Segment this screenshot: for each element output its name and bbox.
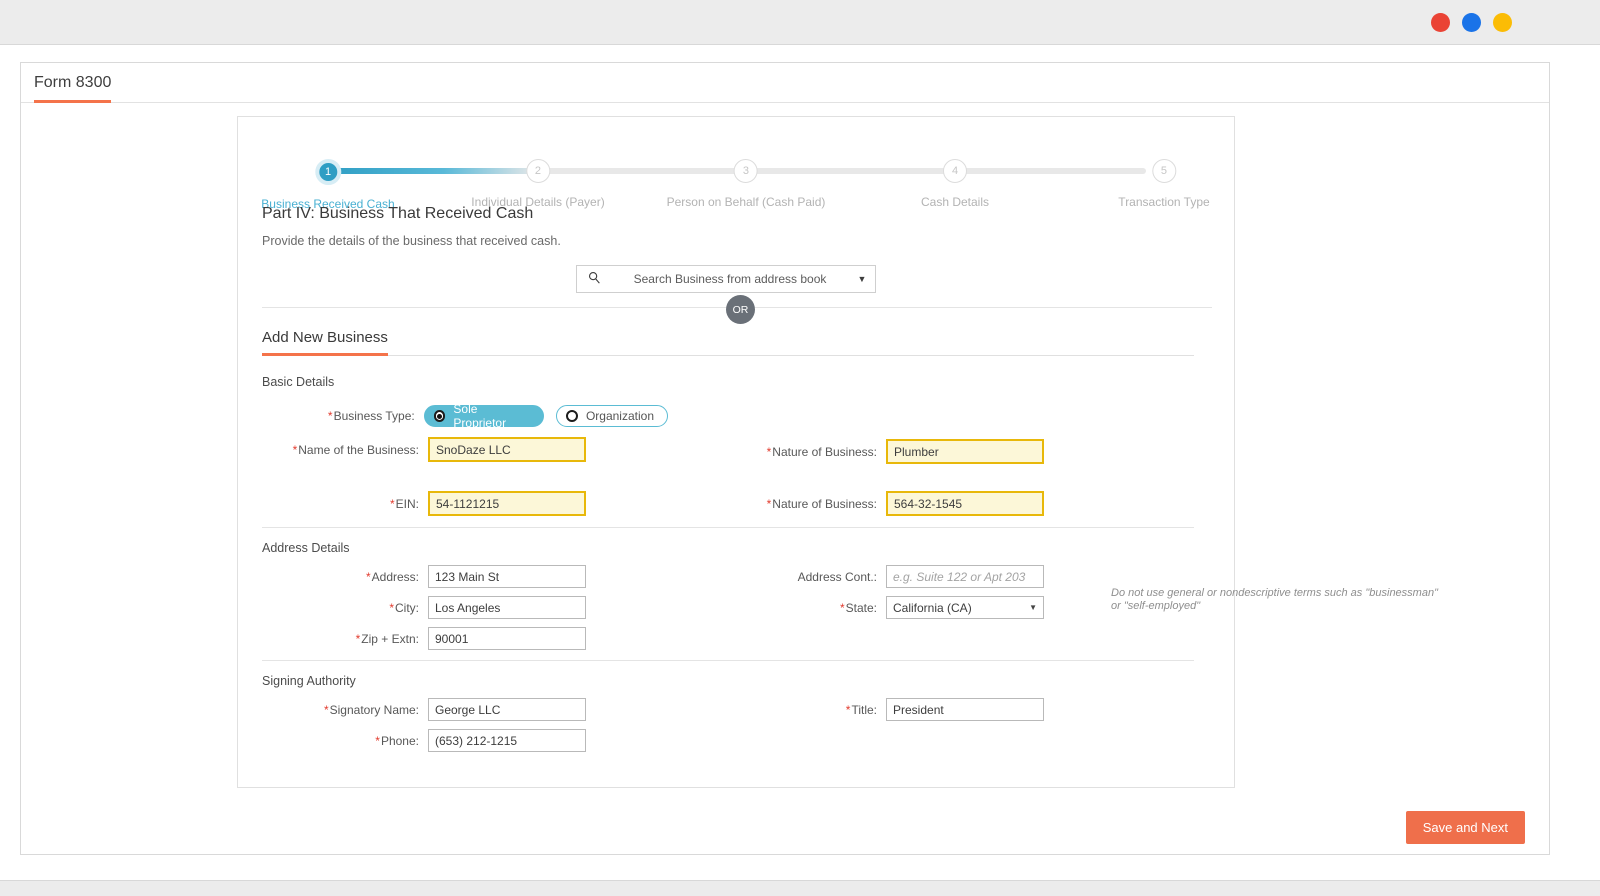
page-title: Form 8300 <box>34 64 111 103</box>
stepper-step-3[interactable]: 3 Person on Behalf (Cash Paid) <box>667 159 826 209</box>
zip-row: *Zip + Extn: 90001 <box>278 627 586 650</box>
signatory-name-row: *Signatory Name: George LLC <box>278 698 586 721</box>
title-row: *Title: President <box>743 698 1044 721</box>
or-badge: OR <box>726 295 755 324</box>
address-details-heading: Address Details <box>262 541 350 555</box>
signing-authority-heading: Signing Authority <box>262 674 356 688</box>
stepper-step-1[interactable]: 1 Business Received Cash <box>261 159 394 211</box>
city-row: *City: Los Angeles <box>278 596 586 619</box>
chevron-down-icon[interactable]: ▼ <box>849 274 875 284</box>
business-type-row: *Business Type: Sole Proprietor Organiza… <box>308 405 668 427</box>
browser-chrome-bar <box>0 0 1600 45</box>
ein-label: *EIN: <box>278 497 428 511</box>
ein-input[interactable]: 54-1121215 <box>428 491 586 516</box>
title-label: *Title: <box>743 703 886 717</box>
browser-dots <box>1431 13 1512 32</box>
ein-row: *EIN: 54-1121215 <box>278 491 586 516</box>
address-cont-input[interactable]: e.g. Suite 122 or Apt 203 <box>886 565 1044 588</box>
chevron-down-icon: ▼ <box>1029 603 1037 612</box>
phone-input[interactable]: (653) 212-1215 <box>428 729 586 752</box>
stepper-label-3: Person on Behalf (Cash Paid) <box>667 195 826 209</box>
stepper-label-5: Transaction Type <box>1118 195 1209 209</box>
stepper-bubble-4: 4 <box>943 159 967 183</box>
save-and-next-button[interactable]: Save and Next <box>1406 811 1525 844</box>
nature-of-business-2-row: *Nature of Business: 564-32-1545 <box>743 491 1044 516</box>
address-cont-row: Address Cont.: e.g. Suite 122 or Apt 203 <box>743 565 1044 588</box>
search-placeholder: Search Business from address book <box>611 272 849 286</box>
phone-row: *Phone: (653) 212-1215 <box>278 729 586 752</box>
add-new-business-section-header: Add New Business <box>262 329 1194 356</box>
nature-of-business-input[interactable]: Plumber <box>886 439 1044 464</box>
stepper-bubble-3: 3 <box>734 159 758 183</box>
nature-of-business-2-input[interactable]: 564-32-1545 <box>886 491 1044 516</box>
title-input[interactable]: President <box>886 698 1044 721</box>
nature-of-business-row: *Nature of Business: Plumber <box>743 439 1044 464</box>
radio-sole-proprietor-label: Sole Proprietor <box>453 402 530 430</box>
stepper-step-4[interactable]: 4 Cash Details <box>921 159 989 209</box>
signatory-name-input[interactable]: George LLC <box>428 698 586 721</box>
zip-input[interactable]: 90001 <box>428 627 586 650</box>
city-label: *City: <box>278 601 428 615</box>
state-label: *State: <box>743 601 886 615</box>
radio-organization-label: Organization <box>586 409 654 423</box>
radio-selected-icon <box>434 410 446 422</box>
add-new-business-label: Add New Business <box>262 329 388 356</box>
signatory-name-label: *Signatory Name: <box>278 703 428 717</box>
form-header: Form 8300 <box>21 63 1549 103</box>
address-row: *Address: 123 Main St <box>278 565 586 588</box>
stepper-bubble-2: 2 <box>526 159 550 183</box>
business-type-label: *Business Type: <box>308 409 424 423</box>
address-input[interactable]: 123 Main St <box>428 565 586 588</box>
address-label: *Address: <box>278 570 428 584</box>
form-panel: 1 Business Received Cash 2 Individual De… <box>237 116 1235 788</box>
nature-of-business-label: *Nature of Business: <box>743 445 886 459</box>
stepper-step-2[interactable]: 2 Individual Details (Payer) <box>471 159 604 209</box>
name-of-business-input[interactable]: SnoDaze LLC <box>428 437 586 462</box>
blue-dot <box>1462 13 1481 32</box>
phone-label: *Phone: <box>278 734 428 748</box>
name-of-business-row: *Name of the Business: SnoDaze LLC <box>278 437 586 462</box>
stepper-bubble-5: 5 <box>1152 159 1176 183</box>
nature-of-business-hint: Do not use general or nondescriptive ter… <box>1111 587 1441 612</box>
red-dot <box>1431 13 1450 32</box>
part-subtitle: Provide the details of the business that… <box>262 234 561 248</box>
part-title: Part IV: Business That Received Cash <box>262 205 533 223</box>
state-select[interactable]: California (CA) ▼ <box>886 596 1044 619</box>
stepper-bubble-1: 1 <box>315 159 341 185</box>
nature-of-business-2-label: *Nature of Business: <box>743 497 886 511</box>
state-select-value: California (CA) <box>893 601 972 615</box>
radio-organization[interactable]: Organization <box>556 405 668 427</box>
page-card: Form 8300 1 Business Received Cash 2 Ind… <box>20 62 1550 855</box>
yellow-dot <box>1493 13 1512 32</box>
address-cont-label: Address Cont.: <box>743 570 886 584</box>
stepper-step-5[interactable]: 5 Transaction Type <box>1118 159 1209 209</box>
stepper-label-4: Cash Details <box>921 195 989 209</box>
search-icon <box>577 271 611 287</box>
zip-label: *Zip + Extn: <box>278 632 428 646</box>
divider-signing <box>262 660 1194 661</box>
name-of-business-label: *Name of the Business: <box>278 443 428 457</box>
state-row: *State: California (CA) ▼ <box>743 596 1044 619</box>
radio-unselected-icon <box>566 410 578 422</box>
address-book-search[interactable]: Search Business from address book ▼ <box>576 265 876 293</box>
divider-address <box>262 527 1194 528</box>
city-input[interactable]: Los Angeles <box>428 596 586 619</box>
radio-sole-proprietor[interactable]: Sole Proprietor <box>424 405 544 427</box>
basic-details-heading: Basic Details <box>262 375 334 389</box>
bottom-strip <box>0 880 1600 896</box>
